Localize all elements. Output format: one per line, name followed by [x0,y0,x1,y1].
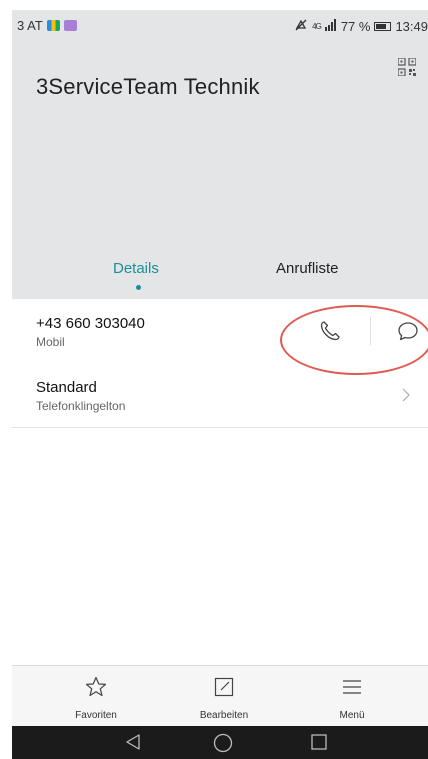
menu-button[interactable]: Menü [292,666,412,727]
phone-type: Mobil [36,335,65,349]
clock: 13:49 [395,19,428,34]
active-tab-indicator [136,285,141,290]
screen: 3 AT 4G 77 % 13:49 3ServiceTeam Technik [12,10,428,759]
system-nav-bar [12,726,428,759]
bottom-action-bar: Favoriten Bearbeiten Menü [12,665,428,727]
edit-label: Bearbeiten [199,710,249,721]
contact-header: 3 AT 4G 77 % 13:49 3ServiceTeam Technik [12,10,428,299]
drive-notification-icon [46,20,60,31]
annotation-circle [280,305,428,375]
edit-button[interactable]: Bearbeiten [164,666,284,727]
tab-details[interactable]: Details [113,260,159,277]
edit-icon [214,677,234,697]
ringtone-subtitle: Telefonklingelton [36,399,126,413]
carrier-label: 3 AT [17,18,43,33]
home-icon[interactable] [213,733,233,753]
star-icon [85,676,107,697]
battery-icon [374,22,392,31]
qr-code-icon[interactable] [397,57,417,77]
phone-number: +43 660 303040 [36,315,145,332]
menu-icon [343,680,361,694]
favorites-label: Favoriten [75,710,117,721]
ringtone-title: Standard [36,379,97,396]
mute-icon [294,18,308,35]
menu-label: Menü [339,710,365,721]
network-label: 4G [312,22,322,31]
status-bar: 3 AT 4G 77 % 13:49 [12,10,428,40]
gallery-notification-icon [63,20,77,31]
contact-name: 3ServiceTeam Technik [36,74,260,99]
favorites-button[interactable]: Favoriten [36,666,156,727]
battery-percent: 77 % [340,19,371,34]
chevron-right-icon [400,385,412,405]
tab-call-log[interactable]: Anrufliste [276,260,339,277]
signal-icon [324,19,337,34]
back-icon[interactable] [124,733,142,751]
recents-icon[interactable] [310,733,328,751]
